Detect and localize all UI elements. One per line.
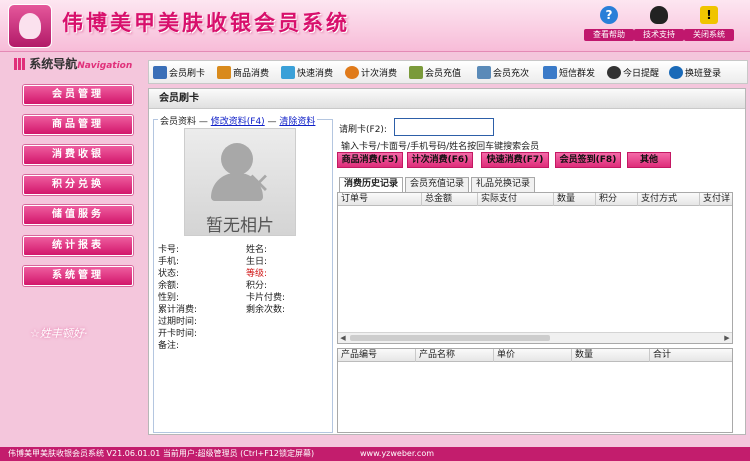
help-button[interactable]: ? 查看帮助 [584,6,634,44]
scroll-right-icon[interactable]: ▶ [722,333,732,343]
count-icon [345,66,359,79]
nav-item-member[interactable]: 会员管理 [23,85,133,105]
card-input-label: 请刷卡(F2): [339,125,387,135]
no-photo-text: 暂无相片 [206,216,274,236]
recharge-icon [409,66,423,79]
col-order-no[interactable]: 订单号 [338,193,422,206]
panel-title: 会员刷卡 [149,89,745,109]
toolbar-shift-login[interactable]: 换班登录 [669,64,721,81]
col-quantity[interactable]: 数量 [554,193,596,206]
goods-icon [217,66,231,79]
nav-item-goods[interactable]: 商品管理 [23,115,133,135]
product-detail-grid[interactable]: 产品编号 产品名称 单价 数量 合计 [337,348,733,433]
qq-penguin-icon [650,6,668,24]
nav-item-stored-value[interactable]: 储值服务 [23,205,133,225]
nav-title: 系统导航 [29,57,78,71]
clock-icon [607,66,621,79]
col-product-no[interactable]: 产品编号 [338,349,416,362]
nav-item-points[interactable]: 积分兑换 [23,175,133,195]
col-unit-price[interactable]: 单价 [494,349,572,362]
member-info-box: 会员资料 — 修改资料(F4) — 清除资料 ✕ 暂无相片 卡号: 手机: 状态… [153,114,333,433]
member-checkin-button[interactable]: 会员签到(F8) [555,152,621,168]
scrollbar-thumb[interactable] [350,335,550,341]
tab-gift-history[interactable]: 礼品兑换记录 [471,177,535,192]
goods-consume-button[interactable]: 商品消费(F5) [337,152,403,168]
toolbar-member-charge-count[interactable]: 会员充次 [477,64,529,81]
app-title: 伟博美甲美肤收银会员系统 [62,10,350,35]
nav-subtitle: Navigation [77,61,133,71]
toolbar: 会员刷卡 商品消费 快速消费 计次消费 会员充值 会员充次 短信群发 今日提醒 … [148,60,748,84]
toolbar-count-consume[interactable]: 计次消费 [345,64,397,81]
sms-icon [543,66,557,79]
field-remaining-count: 剩余次数: [246,305,286,315]
card-icon [153,66,167,79]
field-remark: 备注: [158,341,180,351]
switch-icon [669,66,683,79]
toolbar-goods-consume[interactable]: 商品消费 [217,64,269,81]
toolbar-member-card[interactable]: 会员刷卡 [153,64,205,81]
status-bar: 伟博美甲美肤收银会员系统 V21.06.01.01 当前用户:超级管理员 (Ct… [0,447,750,461]
col-product-quantity[interactable]: 数量 [572,349,650,362]
card-input[interactable] [394,118,494,136]
fast-icon [281,66,295,79]
consume-history-grid[interactable]: 订单号 总金额 实际支付 数量 积分 支付方式 支付详 ◀ ▶ [337,192,733,344]
warning-icon: ! [700,6,718,24]
grid-header: 订单号 总金额 实际支付 数量 积分 支付方式 支付详 [338,193,732,206]
app-header: 伟博美甲美肤收银会员系统 ? 查看帮助 技术支持 ! 关闭系统 [0,0,750,52]
grid-header: 产品编号 产品名称 单价 数量 合计 [338,349,732,362]
col-total-amount[interactable]: 总金额 [422,193,478,206]
member-photo: ✕ 暂无相片 [184,128,296,236]
tab-recharge-history[interactable]: 会员充值记录 [405,177,469,192]
nav-decoration: ☆姓丰顿好· [30,327,88,340]
close-system-button[interactable]: ! 关闭系统 [684,6,734,44]
charge-count-icon [477,66,491,79]
card-input-hint: 输入卡号/卡面号/手机号码/姓名按回车键搜索会员 [341,142,540,152]
toolbar-today-reminder[interactable]: 今日提醒 [607,64,659,81]
nav-item-reports[interactable]: 统计报表 [23,236,133,256]
col-pay-detail[interactable]: 支付详 [700,193,732,206]
col-product-name[interactable]: 产品名称 [416,349,494,362]
grid-icon [14,58,26,70]
horizontal-scrollbar[interactable]: ◀ ▶ [338,332,732,343]
status-website: www.yzweber.com [360,449,435,458]
col-actual-pay[interactable]: 实际支付 [478,193,554,206]
toolbar-member-recharge[interactable]: 会员充值 [409,64,461,81]
member-info-legend: 会员资料 [160,117,197,127]
clear-info-link[interactable]: 清除资料 [279,117,315,127]
col-subtotal[interactable]: 合计 [650,349,732,362]
tab-consume-history[interactable]: 消费历史记录 [339,177,403,193]
toolbar-fast-consume[interactable]: 快速消费 [281,64,333,81]
no-photo-icon: ✕ [247,167,271,200]
col-pay-method[interactable]: 支付方式 [638,193,700,206]
col-points[interactable]: 积分 [596,193,638,206]
other-button[interactable]: 其他 [627,152,671,168]
status-text: 伟博美甲美肤收银会员系统 V21.06.01.01 当前用户:超级管理员 (Ct… [8,449,315,458]
scroll-left-icon[interactable]: ◀ [338,333,348,343]
toolbar-sms[interactable]: 短信群发 [543,64,595,81]
member-card-panel: 会员刷卡 会员资料 — 修改资料(F4) — 清除资料 ✕ 暂无相片 卡号: 手… [148,88,746,435]
app-logo [8,4,52,48]
nav-header: 系统导航Navigation [14,55,144,75]
nav-item-cashier[interactable]: 消费收银 [23,145,133,165]
edit-info-link[interactable]: 修改资料(F4) [211,117,265,127]
help-icon: ? [600,6,618,24]
count-consume-button[interactable]: 计次消费(F6) [407,152,473,168]
fast-consume-button[interactable]: 快速消费(F7) [481,152,549,168]
support-button[interactable]: 技术支持 [634,6,684,44]
nav-item-system[interactable]: 系统管理 [23,266,133,286]
